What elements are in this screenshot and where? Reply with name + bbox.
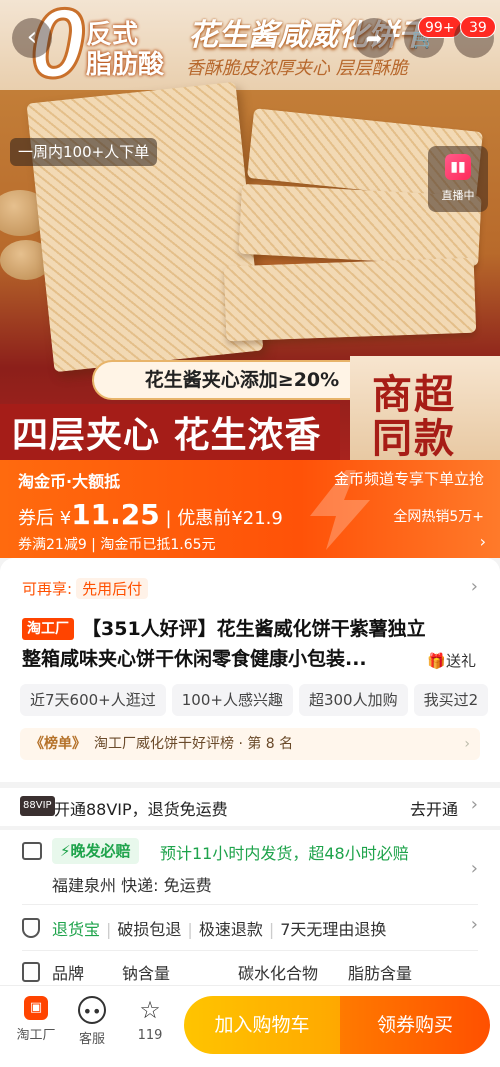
return-guarantee: 退货宝 — [52, 920, 101, 939]
delivery-promise-text: 预计11小时内发货，超48小时必赔 — [160, 844, 409, 863]
pay-later-chip: 先用后付 — [76, 578, 149, 599]
vip-logo: 88VIP — [20, 796, 55, 816]
spec-row[interactable]: 品牌 钠含量 碳水化合物 脂肪含量 — [52, 960, 412, 984]
service-guarantees[interactable]: 退货宝 | 破损包退 | 极速退款 | 7天无理由退换 — [52, 916, 386, 940]
stats-chips: 近7天600+人逛过 100+人感兴趣 超300人加购 我买过2 — [20, 684, 500, 716]
star-icon: ☆ — [139, 996, 161, 1024]
service-item: 破损包退 — [117, 920, 182, 939]
chevron-right-icon: › — [470, 794, 478, 815]
chevron-right-icon: › — [470, 576, 478, 597]
title-line-2: 整箱咸味夹心饼干休闲零食健康小包装... — [22, 648, 367, 670]
customer-service-button[interactable]: •• 客服 — [64, 996, 120, 1047]
filling-banner: 花生酱夹心添加≥20% — [92, 360, 392, 400]
before-price: | 优惠前¥21.9 — [165, 508, 283, 529]
message-count-badge: 39 — [460, 16, 496, 38]
delivery-location: 福建泉州 快递: 免运费 — [52, 876, 212, 895]
divider — [22, 904, 478, 905]
gift-button[interactable]: 🎁送礼 — [427, 650, 476, 671]
price-row: 券后 ¥11.25 | 优惠前¥21.9 — [18, 498, 283, 531]
rank-text: 淘工厂威化饼干好评榜 · 第 8 名 — [94, 736, 294, 752]
truck-icon — [22, 842, 42, 860]
divider — [22, 950, 478, 951]
spec-label: 品牌 — [52, 964, 85, 983]
service-item: 极速退款 — [198, 920, 263, 939]
chevron-left-icon: ‹ — [26, 22, 38, 52]
stat-chip[interactable]: 超300人加购 — [298, 684, 408, 716]
price-banner[interactable]: 淘金币·大额抵 金币频道专享下单立抢 券后 ¥11.25 | 优惠前¥21.9 … — [0, 460, 500, 558]
shop-button[interactable]: ▣ 淘工厂 — [8, 996, 64, 1043]
share-icon: ➦ — [365, 26, 383, 50]
brand-tag: 淘工厂 — [22, 618, 74, 640]
vip-text: 开通88VIP，退货免运费 — [54, 800, 228, 819]
spec-label: 钠含量 — [122, 964, 171, 983]
service-label: 客服 — [78, 1032, 105, 1047]
rank-tag: 《榜单》 — [30, 736, 86, 752]
live-stream-button[interactable]: ▮▮ 直播中 — [428, 146, 488, 212]
back-button[interactable]: ‹ — [12, 18, 52, 58]
product-title[interactable]: 淘工厂 【351人好评】花生酱威化饼干紫薯独立 整箱咸味夹心饼干休闲零食健康小包装… — [22, 614, 482, 674]
hero-bottom-text: 四层夹心 花生浓香 — [12, 415, 322, 456]
shield-icon — [22, 918, 40, 938]
hot-sales: 全网热销5万+ — [393, 509, 484, 525]
vip-open-link[interactable]: 去开通 — [410, 796, 458, 820]
wafer-image — [223, 257, 477, 342]
chevron-right-icon: › — [470, 914, 478, 935]
live-icon: ▮▮ — [445, 154, 471, 180]
chevron-right-icon: › — [464, 736, 470, 752]
spec-label: 脂肪含量 — [348, 964, 413, 983]
pay-later-row[interactable]: 可再享: 先用后付 — [22, 578, 149, 602]
stat-chip[interactable]: 我买过2 — [413, 684, 489, 716]
service-item: 7天无理由退换 — [280, 920, 387, 939]
channel-promo: 金币频道专享下单立抢 — [333, 470, 484, 488]
pay-label: 可再享: — [22, 580, 73, 598]
shop-label: 淘工厂 — [16, 1028, 56, 1043]
shop-icon: ▣ — [24, 996, 48, 1020]
favorite-button[interactable]: ☆ 119 — [122, 996, 178, 1043]
favorite-count: 119 — [137, 1028, 163, 1043]
chevron-right-icon: › — [479, 532, 486, 551]
stat-chip[interactable]: 近7天600+人逛过 — [20, 684, 166, 716]
title-line-1: 【351人好评】花生酱威化饼干紫薯独立 — [82, 618, 426, 640]
gift-label: 送礼 — [445, 652, 476, 670]
mall-same-label: 同款 — [372, 416, 456, 462]
spec-list-icon — [22, 962, 40, 982]
coin-label: 淘金币·大额抵 — [18, 472, 121, 491]
chat-icon: •• — [78, 996, 106, 1024]
stat-chip[interactable]: 100+人感兴趣 — [171, 684, 293, 716]
buyers-count-chip: 一周内100+人下单 — [10, 138, 158, 166]
ranking-row[interactable]: 《榜单》 淘工厂威化饼干好评榜 · 第 8 名 › — [20, 728, 480, 760]
buy-with-coupon-button[interactable]: 领券购买 — [340, 996, 490, 1054]
coupon-note: 券满21减9 | 淘金币已抵1.65元 — [18, 537, 216, 553]
gift-icon: 🎁 — [427, 652, 446, 670]
product-detail-page: 0 反式 脂肪酸 花生酱咸威化饼干 香酥脆皮浓厚夹心 层层酥脆 ‹ ➦ 🛒 99… — [0, 0, 500, 1067]
add-to-cart-button[interactable]: 加入购物车 — [184, 996, 340, 1054]
after-coupon-price: 11.25 — [71, 498, 160, 531]
trans-fat-label: 脂肪酸 — [86, 50, 165, 80]
spec-label: 碳水化合物 — [238, 964, 319, 983]
share-button[interactable]: ➦ — [354, 18, 394, 58]
chevron-right-icon[interactable]: › — [471, 858, 478, 879]
late-delivery-badge: ⚡晚发必赔 — [52, 838, 139, 864]
after-coupon-label: 券后 ¥ — [18, 508, 72, 529]
live-label: 直播中 — [441, 189, 475, 202]
